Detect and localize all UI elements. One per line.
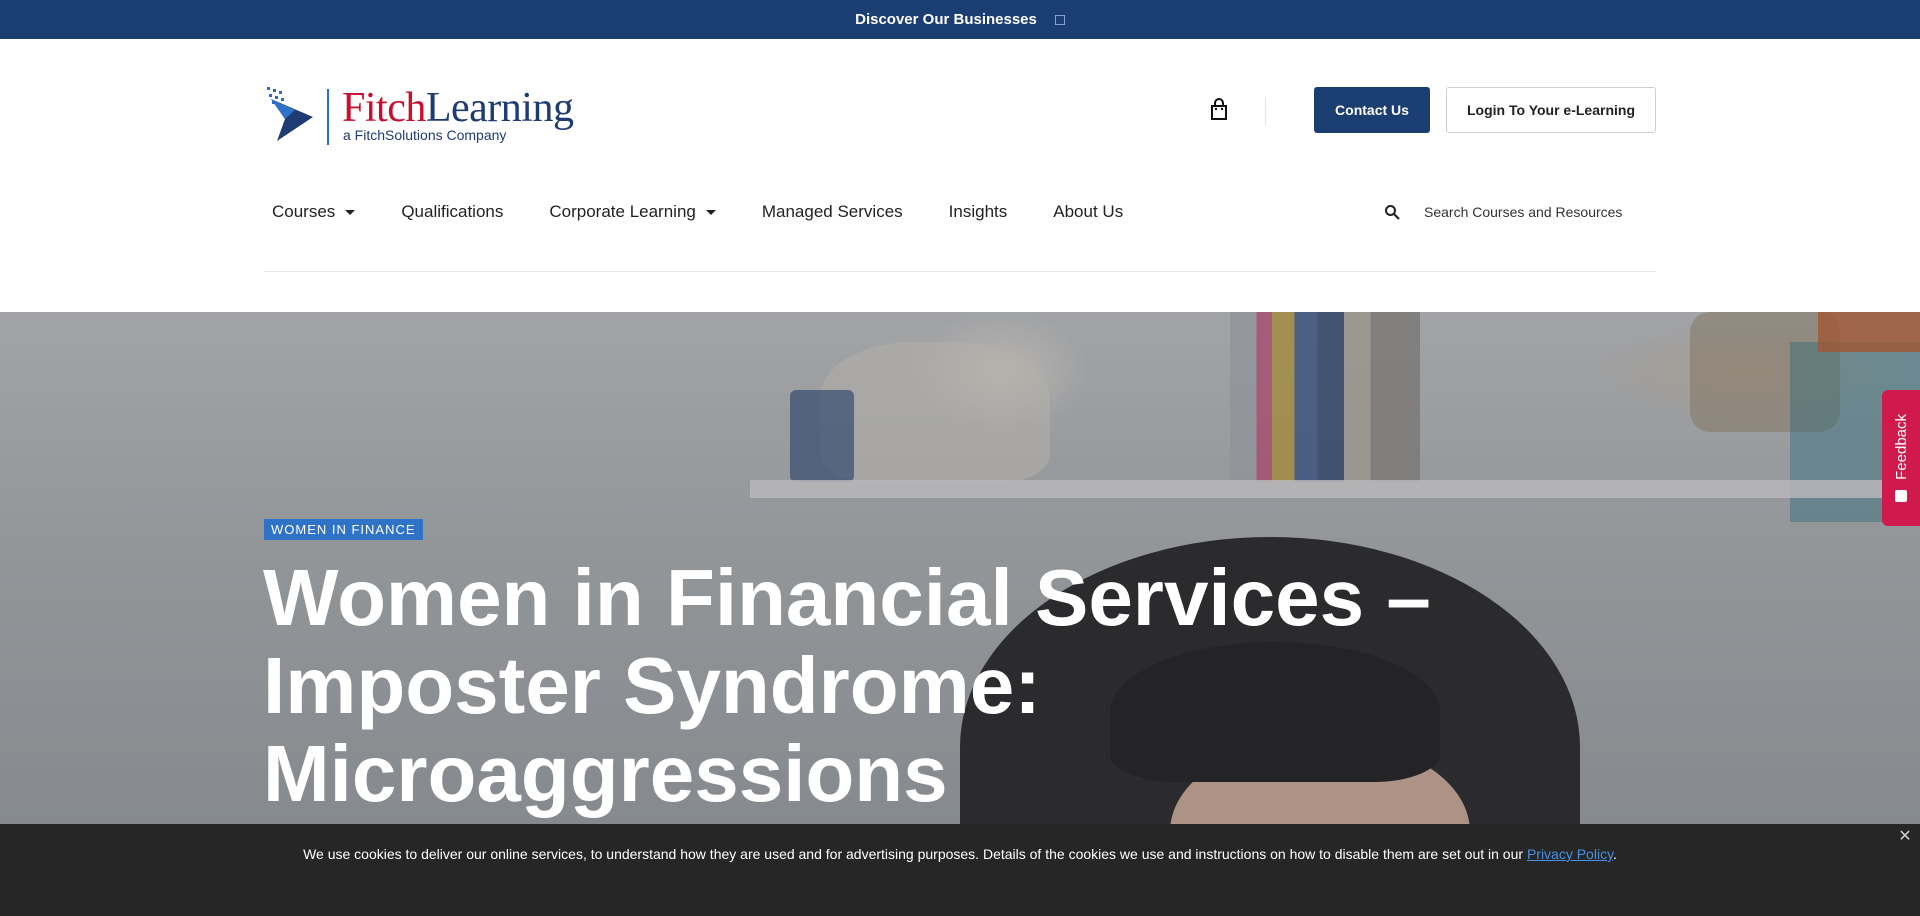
expand-icon[interactable] [1054, 14, 1065, 25]
logo-chevron-icon [267, 87, 313, 141]
nav-item-insights[interactable]: Insights [949, 202, 1008, 222]
cookie-banner: We use cookies to deliver our online ser… [0, 824, 1920, 916]
top-announcement-bar[interactable]: Discover Our Businesses [0, 0, 1920, 39]
privacy-policy-link[interactable]: Privacy Policy [1527, 846, 1613, 862]
contact-us-button[interactable]: Contact Us [1314, 87, 1430, 133]
category-tag[interactable]: WOMEN IN FINANCE [264, 519, 423, 540]
search-input[interactable] [1422, 203, 1636, 221]
chevron-down-icon [705, 209, 716, 215]
site-search [1384, 199, 1636, 225]
fitch-learning-logo[interactable]: FitchLearning a FitchSolutions Company [265, 85, 574, 149]
close-icon[interactable]: ✕ [1898, 829, 1912, 845]
nav-item-about-us[interactable]: About Us [1053, 202, 1123, 222]
header-divider [264, 271, 1656, 272]
logo-wordmark: FitchLearning [342, 85, 574, 131]
nav-item-qualifications[interactable]: Qualifications [401, 202, 503, 222]
feedback-tab[interactable]: Feedback [1882, 390, 1920, 526]
page-title: Women in Financial Services – Imposter S… [263, 553, 1431, 818]
nav-item-courses[interactable]: Courses [272, 202, 356, 222]
nav-item-corporate-learning[interactable]: Corporate Learning [549, 202, 716, 222]
feedback-label: Feedback [1892, 414, 1910, 480]
search-icon[interactable] [1384, 204, 1400, 220]
cookie-message: We use cookies to deliver our online ser… [303, 846, 1617, 862]
login-elearning-button[interactable]: Login To Your e-Learning [1446, 87, 1656, 133]
logo-divider [327, 89, 329, 145]
chevron-down-icon [345, 209, 356, 215]
site-header: FitchLearning a FitchSolutions Company C… [0, 39, 1920, 312]
discover-businesses-link[interactable]: Discover Our Businesses [855, 11, 1037, 28]
feedback-icon [1895, 489, 1907, 502]
logo-tagline: a FitchSolutions Company [343, 127, 507, 143]
nav-item-managed-services[interactable]: Managed Services [762, 202, 903, 222]
shopping-bag-icon[interactable] [1208, 98, 1230, 122]
header-separator [1265, 97, 1266, 125]
main-navigation: Courses Qualifications Corporate Learnin… [272, 200, 1169, 224]
